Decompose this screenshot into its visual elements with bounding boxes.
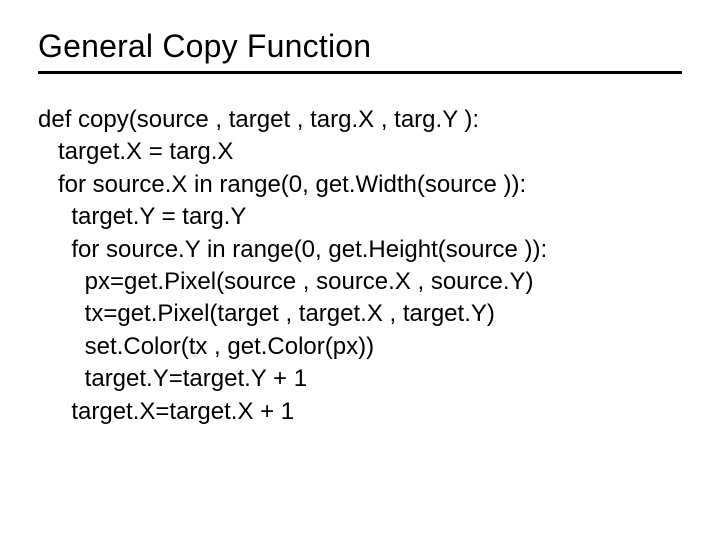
code-line: target.X = targ.X — [38, 138, 233, 165]
slide-title: General Copy Function — [38, 28, 682, 67]
code-line: for source.X in range(0, get.Width(sourc… — [38, 171, 526, 198]
code-line: def copy(source , target , targ.X , targ… — [38, 106, 479, 133]
title-underline — [38, 71, 682, 74]
code-line: set.Color(tx , get.Color(px)) — [38, 333, 374, 360]
slide: General Copy Function def copy(source , … — [0, 0, 720, 540]
code-block: def copy(source , target , targ.X , targ… — [38, 104, 682, 428]
code-line: for source.Y in range(0, get.Height(sour… — [38, 236, 547, 263]
code-line: tx=get.Pixel(target , target.X , target.… — [38, 300, 495, 327]
code-line: target.Y = targ.Y — [38, 203, 246, 230]
code-line: px=get.Pixel(source , source.X , source.… — [38, 268, 534, 295]
code-line: target.Y=target.Y + 1 — [38, 365, 307, 392]
code-line: target.X=target.X + 1 — [38, 398, 294, 425]
